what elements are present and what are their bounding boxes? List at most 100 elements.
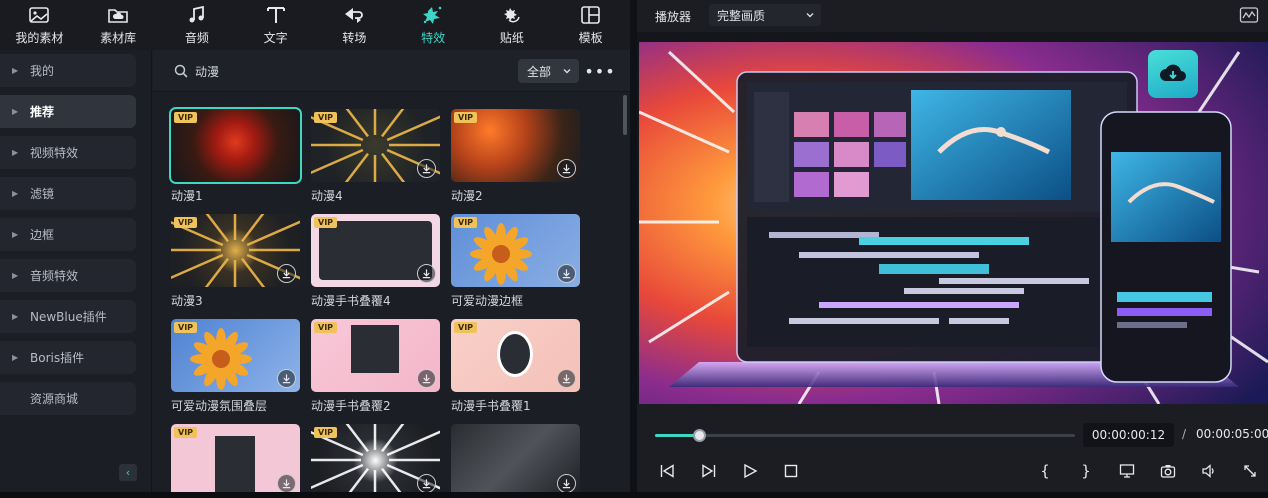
effect-thumbnail[interactable]: VIP xyxy=(171,214,300,287)
effect-thumbnail[interactable]: VIP xyxy=(451,214,580,287)
sidebar-item-label: 边框 xyxy=(30,228,55,242)
tab-label: 模板 xyxy=(578,30,603,45)
tab-sticker[interactable]: 贴纸 xyxy=(473,0,552,50)
sidebar-item[interactable]: ▶ 音频特效 xyxy=(0,259,136,292)
effect-card[interactable]: VIP 动漫手书叠覆2 xyxy=(311,319,440,414)
video-preview[interactable] xyxy=(639,42,1268,404)
effect-card[interactable]: VIP 动漫1 xyxy=(169,107,302,204)
stop-button[interactable] xyxy=(781,462,801,480)
tab-sparkle-effect[interactable]: 特效 xyxy=(394,0,473,50)
download-button[interactable] xyxy=(277,474,296,492)
collapse-sidebar-button[interactable]: ‹ xyxy=(119,464,137,481)
quality-dropdown[interactable]: 完整画质 xyxy=(709,4,821,26)
tab-text[interactable]: 文字 xyxy=(236,0,315,50)
play-button[interactable] xyxy=(740,462,760,480)
sidebar-item[interactable]: ▶ Boris插件 xyxy=(0,341,136,374)
chevron-right-icon: ▶ xyxy=(12,189,19,198)
effect-thumbnail[interactable]: VIP xyxy=(311,424,440,492)
window-bottom-edge xyxy=(0,492,1268,498)
effect-card[interactable]: VIP xyxy=(311,424,440,492)
effects-sidebar: ▶ 我的 ▶ 推荐 ▶ 视频特效 ▶ 滤镜 ▶ 边框 ▶ 音频特效 ▶ NewBlue插件 ▶ Boris插件… xyxy=(0,50,152,492)
search-input[interactable] xyxy=(195,61,495,81)
effect-thumbnail[interactable]: VIP xyxy=(169,107,302,184)
text-icon xyxy=(266,6,285,23)
effect-thumbnail[interactable]: VIP xyxy=(171,319,300,392)
effect-card[interactable]: VIP 动漫手书叠覆1 xyxy=(451,319,580,414)
effect-card[interactable]: VIP 动漫4 xyxy=(311,109,440,204)
expand-icon xyxy=(1244,465,1256,477)
download-button[interactable] xyxy=(417,264,436,283)
more-options-button[interactable]: ••• xyxy=(584,60,614,82)
tab-label: 贴纸 xyxy=(499,30,524,45)
effect-card[interactable] xyxy=(451,424,580,492)
sidebar-item-label: 我的 xyxy=(30,64,55,78)
transition-icon xyxy=(345,7,364,23)
download-button[interactable] xyxy=(557,264,576,283)
download-button[interactable] xyxy=(417,369,436,388)
download-button[interactable] xyxy=(557,159,576,178)
effect-label: 可爱动漫氛围叠层 xyxy=(171,399,268,413)
snapshot-button[interactable] xyxy=(1158,462,1178,480)
previous-frame-button[interactable] xyxy=(657,462,677,480)
download-icon xyxy=(562,374,571,384)
download-button[interactable] xyxy=(417,474,436,492)
stop-icon xyxy=(784,464,798,478)
effect-thumbnail[interactable] xyxy=(451,424,580,492)
next-frame-button[interactable] xyxy=(699,462,719,480)
category-toolbar: 我的素材 素材库 音频 文字 转场 特效 贴纸 模板 xyxy=(0,0,630,50)
current-time[interactable]: 00:00:00:12 xyxy=(1083,423,1174,447)
cloud-download-icon[interactable] xyxy=(1148,50,1198,98)
download-button[interactable] xyxy=(277,264,296,283)
sidebar-item[interactable]: ▶ 推荐 xyxy=(0,95,136,128)
download-button[interactable] xyxy=(557,474,576,492)
chevron-right-icon: ▶ xyxy=(12,107,19,116)
effect-thumbnail[interactable]: VIP xyxy=(311,319,440,392)
monitor-icon xyxy=(1119,464,1135,478)
sidebar-item[interactable]: ▶ NewBlue插件 xyxy=(0,300,136,333)
download-button[interactable] xyxy=(277,369,296,388)
sidebar-item[interactable]: ▶ 滤镜 xyxy=(0,177,136,210)
mark-in-button[interactable]: { xyxy=(1035,462,1055,480)
playhead-knob[interactable] xyxy=(693,429,707,442)
effect-thumbnail[interactable]: VIP xyxy=(171,424,300,492)
mark-out-button[interactable]: } xyxy=(1076,462,1096,480)
download-button[interactable] xyxy=(417,159,436,178)
filter-dropdown[interactable]: 全部 xyxy=(518,59,579,83)
waveform-monitor-icon[interactable] xyxy=(1239,6,1259,24)
effect-label: 动漫手书叠覆1 xyxy=(451,399,531,413)
vip-badge: VIP xyxy=(174,427,198,438)
media-panel: 我的素材 素材库 音频 文字 转场 特效 贴纸 模板 ▶ 我的 ▶ 推荐 ▶ 视频特效 ▶ 滤镜 ▶ 边框 ▶ 音频… xyxy=(0,0,630,492)
image-icon xyxy=(29,6,50,23)
effect-card[interactable]: VIP 可爱动漫边框 xyxy=(451,214,580,309)
effect-thumbnail[interactable]: VIP xyxy=(451,109,580,182)
effect-card[interactable]: VIP 可爱动漫氛围叠层 xyxy=(171,319,300,414)
fullscreen-button[interactable] xyxy=(1240,462,1260,480)
tab-cloud-folder[interactable]: 素材库 xyxy=(79,0,158,50)
grid-scrollbar[interactable] xyxy=(623,95,627,135)
total-time: 00:00:05:00 xyxy=(1196,427,1268,441)
effect-card[interactable]: VIP 动漫2 xyxy=(451,109,580,204)
effect-thumbnail[interactable]: VIP xyxy=(311,109,440,182)
sidebar-item[interactable]: ▶ 视频特效 xyxy=(0,136,136,169)
tab-template[interactable]: 模板 xyxy=(551,0,630,50)
volume-button[interactable] xyxy=(1199,462,1219,480)
effect-card[interactable]: VIP 动漫3 xyxy=(171,214,300,309)
previous-frame-icon xyxy=(660,464,674,478)
tab-music-note[interactable]: 音频 xyxy=(158,0,237,50)
effect-thumbnail[interactable]: VIP xyxy=(451,319,580,392)
effect-card[interactable]: VIP xyxy=(171,424,300,492)
sidebar-item[interactable]: 资源商城 xyxy=(0,382,136,415)
effect-card[interactable]: VIP 动漫手书叠覆4 xyxy=(311,214,440,309)
template-icon xyxy=(580,5,600,24)
tab-transition[interactable]: 转场 xyxy=(315,0,394,50)
display-output-button[interactable] xyxy=(1117,462,1137,480)
download-button[interactable] xyxy=(557,369,576,388)
sidebar-item[interactable]: ▶ 边框 xyxy=(0,218,136,251)
sparkle-effect-icon xyxy=(423,6,442,24)
effect-label: 可爱动漫边框 xyxy=(451,294,524,308)
download-icon xyxy=(562,164,571,174)
tab-image[interactable]: 我的素材 xyxy=(0,0,79,50)
effect-thumbnail[interactable]: VIP xyxy=(311,214,440,287)
sidebar-item[interactable]: ▶ 我的 xyxy=(0,54,136,87)
playback-progress-track[interactable] xyxy=(655,429,1075,442)
